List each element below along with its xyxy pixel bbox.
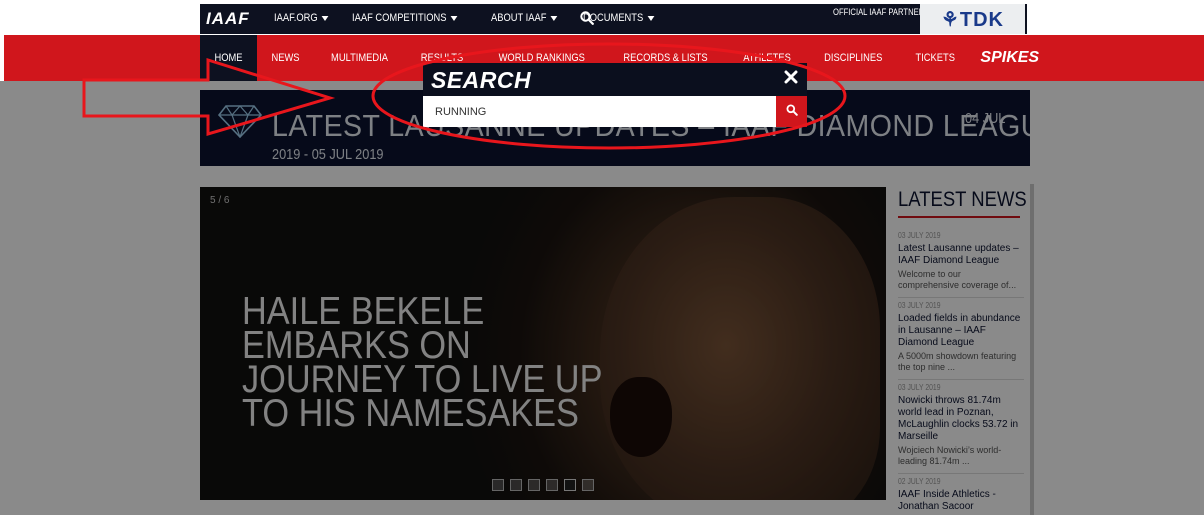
top-nav-iaaf-competitions[interactable]: IAAF COMPETITIONS [352,12,458,24]
search-input[interactable] [423,96,776,127]
nav-label: TICKETS [915,52,955,64]
close-icon[interactable] [784,70,798,84]
top-nav-label: ABOUT IAAF [490,12,547,24]
nav-multimedia[interactable]: MULTIMEDIA [314,35,405,81]
top-nav-label: IAAF.ORG [274,12,318,24]
iaaf-logo[interactable]: IAAF [206,9,250,29]
chevron-down-icon [321,15,329,21]
nav-label: DISCIPLINES [824,52,883,64]
nav-label: MULTIMEDIA [331,52,389,64]
nav-spikes[interactable]: SPIKES [970,35,1051,81]
top-nav-label: IAAF COMPETITIONS [352,12,447,24]
top-bar-inner: IAAF IAAF.ORG IAAF COMPETITIONS ABOUT IA… [200,4,1027,34]
partner-logo[interactable]: ⚘TDK [920,4,1025,34]
nav-disciplines[interactable]: DISCIPLINES [807,35,899,81]
nav-home[interactable]: HOME [200,35,257,81]
top-nav-about-iaaf[interactable]: ABOUT IAAF [490,12,558,24]
nav-news[interactable]: NEWS [257,35,314,81]
chevron-down-icon [550,15,558,21]
nav-label: NEWS [271,52,300,64]
chevron-down-icon [647,15,655,21]
top-nav: IAAF.ORG IAAF COMPETITIONS ABOUT IAAF DO… [274,12,667,24]
search-icon[interactable] [580,11,594,30]
partner-name: ⚘TDK [940,8,1005,31]
page: IAAF IAAF.ORG IAAF COMPETITIONS ABOUT IA… [0,0,1204,515]
search-modal-title: SEARCH [431,67,532,93]
top-nav-iaaf-org[interactable]: IAAF.ORG [274,12,329,24]
search-row [423,96,807,127]
top-bar: IAAF IAAF.ORG IAAF COMPETITIONS ABOUT IA… [0,0,1204,35]
partner-label: OFFICIAL IAAF PARTNER [833,7,925,17]
chevron-down-icon [451,15,458,21]
search-modal: SEARCH [423,63,807,127]
nav-label: HOME [214,52,243,64]
search-submit-button[interactable] [776,96,807,127]
nav-tickets[interactable]: TICKETS [900,35,970,81]
modal-backdrop[interactable] [0,81,1204,515]
search-icon [786,104,798,119]
